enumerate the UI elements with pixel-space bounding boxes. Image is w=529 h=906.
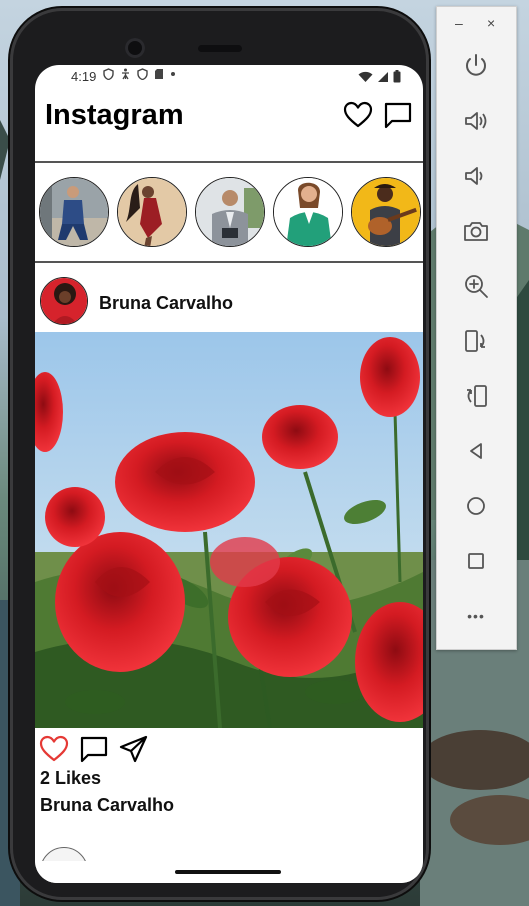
- volume-up-icon: [465, 112, 487, 130]
- shield-icon: [103, 68, 114, 80]
- status-time: 4:19: [71, 69, 97, 84]
- earpiece-speaker: [198, 45, 242, 52]
- app-title: Instagram: [45, 99, 184, 131]
- overview-square-icon: [468, 553, 484, 569]
- chat-icon[interactable]: [383, 100, 413, 130]
- rotate-left-button[interactable]: [459, 324, 493, 358]
- home-circle-icon: [467, 497, 485, 515]
- power-button[interactable]: [459, 49, 493, 83]
- post-photo-roses: [35, 332, 423, 728]
- status-bar: 4:19: [35, 65, 423, 91]
- heart-icon[interactable]: [343, 100, 373, 130]
- likes-count: 2 Likes: [40, 768, 102, 788]
- rotate-right-button[interactable]: [459, 379, 493, 413]
- like-heart-icon[interactable]: [39, 734, 69, 764]
- post-header: Bruna Carvalho: [35, 263, 423, 333]
- story-avatar[interactable]: [117, 177, 187, 247]
- signal-icon: [378, 71, 388, 82]
- overview-button[interactable]: [459, 544, 493, 578]
- zoom-in-icon: [465, 275, 488, 298]
- power-icon: [466, 54, 486, 76]
- zoom-button[interactable]: [459, 269, 493, 303]
- stories-row: [35, 165, 423, 261]
- sd-card-icon: [155, 69, 163, 79]
- rotate-right-icon: [467, 385, 487, 407]
- story-photo: [274, 178, 342, 246]
- home-button[interactable]: [459, 489, 493, 523]
- status-notification-icons: [103, 68, 176, 80]
- avatar-photo: [41, 278, 87, 324]
- volume-down-icon: [465, 167, 483, 185]
- story-avatar[interactable]: [351, 177, 421, 247]
- emulator-toolbar: – × •••: [436, 6, 517, 650]
- home-gesture-pill[interactable]: [175, 870, 281, 874]
- gesture-nav-bar: [35, 861, 423, 883]
- close-button[interactable]: ×: [487, 15, 495, 31]
- front-camera: [125, 38, 145, 58]
- shield-icon: [137, 68, 148, 80]
- battery-icon: [393, 70, 401, 83]
- volume-down-button[interactable]: [459, 159, 493, 193]
- story-photo: [40, 178, 108, 246]
- post-author-name[interactable]: Bruna Carvalho: [99, 293, 233, 314]
- phone-screen: 4:19 Instagram Bruna Carvalho 2 Likes Br…: [35, 65, 423, 883]
- minimize-button[interactable]: –: [455, 15, 463, 31]
- camera-icon: [464, 222, 488, 241]
- story-photo: [196, 178, 264, 246]
- volume-up-button[interactable]: [459, 104, 493, 138]
- share-send-icon[interactable]: [119, 734, 149, 764]
- post-image[interactable]: [35, 332, 423, 728]
- status-system-icons: [358, 70, 401, 83]
- story-photo: [352, 178, 420, 246]
- story-photo: [118, 178, 186, 246]
- story-avatar[interactable]: [273, 177, 343, 247]
- comment-icon[interactable]: [79, 734, 109, 764]
- rotate-left-icon: [465, 330, 485, 352]
- caption-username[interactable]: Bruna Carvalho: [40, 795, 174, 816]
- post-author-avatar[interactable]: [40, 277, 88, 325]
- accessibility-icon: [122, 68, 129, 80]
- back-button[interactable]: [459, 434, 493, 468]
- story-avatar[interactable]: [39, 177, 109, 247]
- wifi-icon: [358, 71, 373, 82]
- appbar-divider: [35, 161, 423, 163]
- dot-icon: [171, 72, 175, 76]
- back-triangle-icon: [470, 443, 482, 459]
- story-avatar[interactable]: [195, 177, 265, 247]
- app-bar: Instagram: [35, 91, 423, 163]
- post-actions: [35, 730, 423, 770]
- screenshot-button[interactable]: [459, 214, 493, 248]
- phone-frame: 4:19 Instagram Bruna Carvalho 2 Likes Br…: [10, 8, 429, 900]
- more-options-button[interactable]: •••: [459, 599, 493, 633]
